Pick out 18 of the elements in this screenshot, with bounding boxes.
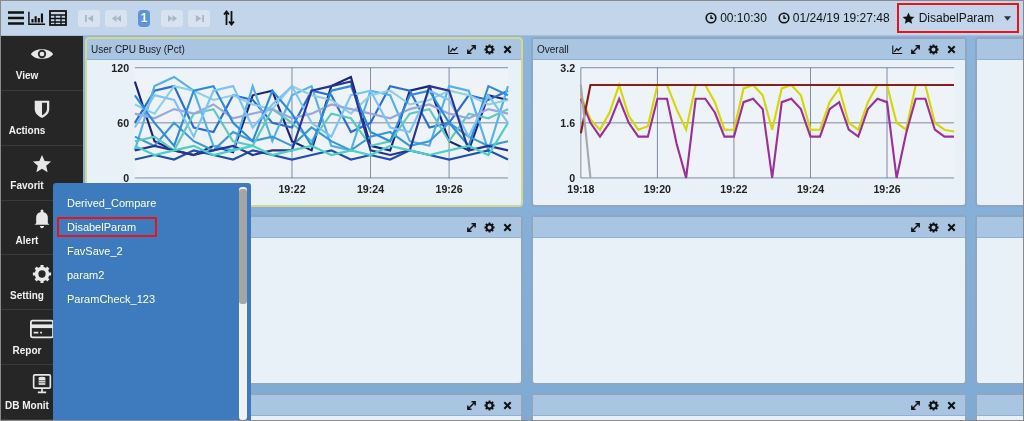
axis-label: 19:22 xyxy=(720,183,748,196)
axis-label: 19:26 xyxy=(873,183,901,196)
axis-label: 0 xyxy=(569,171,576,184)
axis-label: 3.2 xyxy=(560,61,576,74)
axis-label: 0 xyxy=(123,171,130,184)
axis-label: 60 xyxy=(117,116,130,129)
axis-label: 19:26 xyxy=(435,183,463,196)
axis-label: 19:24 xyxy=(356,183,385,196)
panel-title: Overall xyxy=(537,43,569,55)
timestamp: 01/24/19 19:27:48 xyxy=(792,11,890,25)
panel-title: User CPU Busy (Pct) xyxy=(91,43,185,55)
axis-label: 19:18 xyxy=(567,183,595,196)
axis-label: 19:20 xyxy=(643,183,671,196)
axis-label: 19:24 xyxy=(796,183,825,196)
axis-label: 120 xyxy=(111,61,130,74)
axis-label: 1.6 xyxy=(560,116,576,129)
axis-label: 19:22 xyxy=(278,183,306,196)
elapsed-time: 00:10:30 xyxy=(720,11,767,25)
